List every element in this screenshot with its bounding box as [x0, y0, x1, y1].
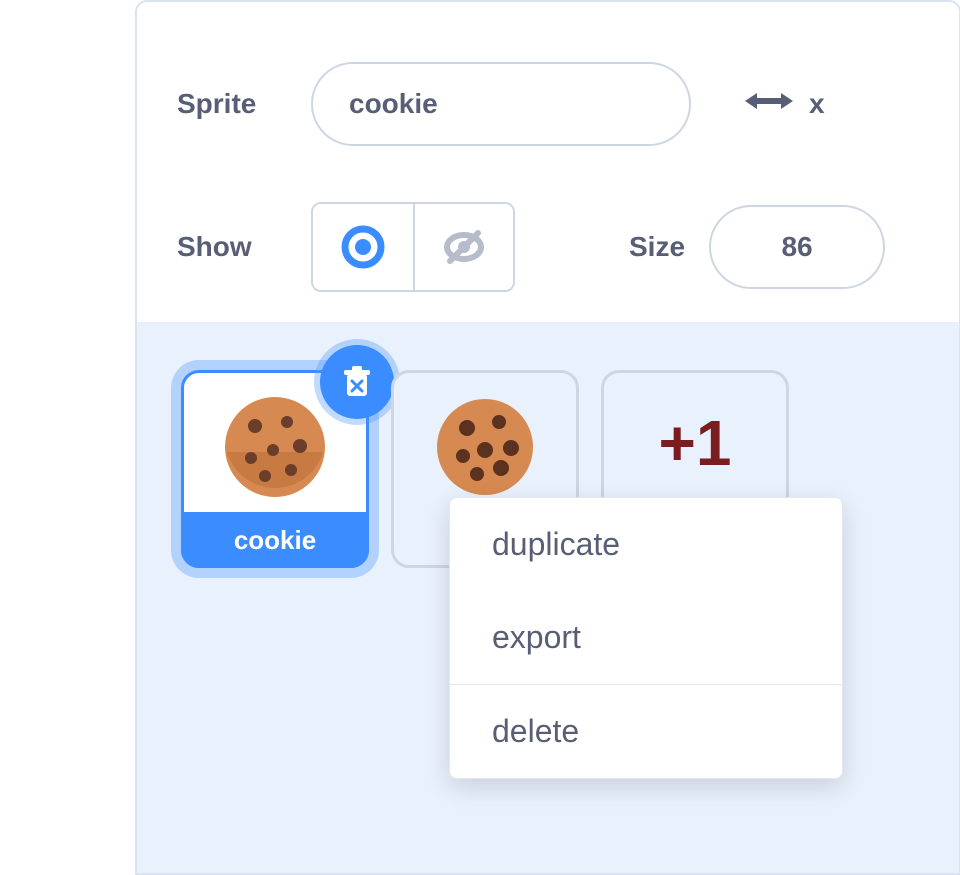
sprite-tile-label: cookie — [234, 525, 316, 556]
x-label: x — [809, 88, 825, 120]
delete-sprite-button[interactable] — [320, 345, 394, 419]
cookie-icon — [425, 392, 545, 502]
trash-icon — [336, 361, 378, 403]
x-position-group: x — [745, 83, 825, 125]
sprite-thumbnail — [210, 387, 340, 507]
show-sprite-button[interactable] — [313, 204, 413, 290]
plus-one-icon: +1 — [659, 411, 732, 475]
sprite-tile-cookie[interactable]: cookie — [181, 370, 369, 568]
context-menu-delete[interactable]: delete — [450, 685, 842, 778]
horizontal-arrows-icon — [745, 83, 793, 125]
context-menu-export[interactable]: export — [450, 591, 842, 684]
size-label: Size — [629, 231, 685, 263]
sprite-name-input[interactable]: cookie — [311, 62, 691, 146]
sprite-info-panel: Sprite cookie x Show — [135, 0, 960, 875]
sprite-thumbnail — [420, 387, 550, 507]
eye-off-icon — [440, 223, 488, 271]
show-label: Show — [177, 231, 287, 263]
context-menu-duplicate[interactable]: duplicate — [450, 498, 842, 591]
cookie-icon — [215, 392, 335, 502]
context-menu: duplicate export delete — [449, 497, 843, 779]
hide-sprite-button[interactable] — [413, 204, 513, 290]
eye-icon — [340, 224, 386, 270]
size-input[interactable]: 86 — [709, 205, 885, 289]
sprite-name-value: cookie — [349, 88, 438, 120]
size-value: 86 — [781, 231, 812, 263]
visibility-toggle — [311, 202, 515, 292]
sprite-name-label: Sprite — [177, 88, 287, 120]
